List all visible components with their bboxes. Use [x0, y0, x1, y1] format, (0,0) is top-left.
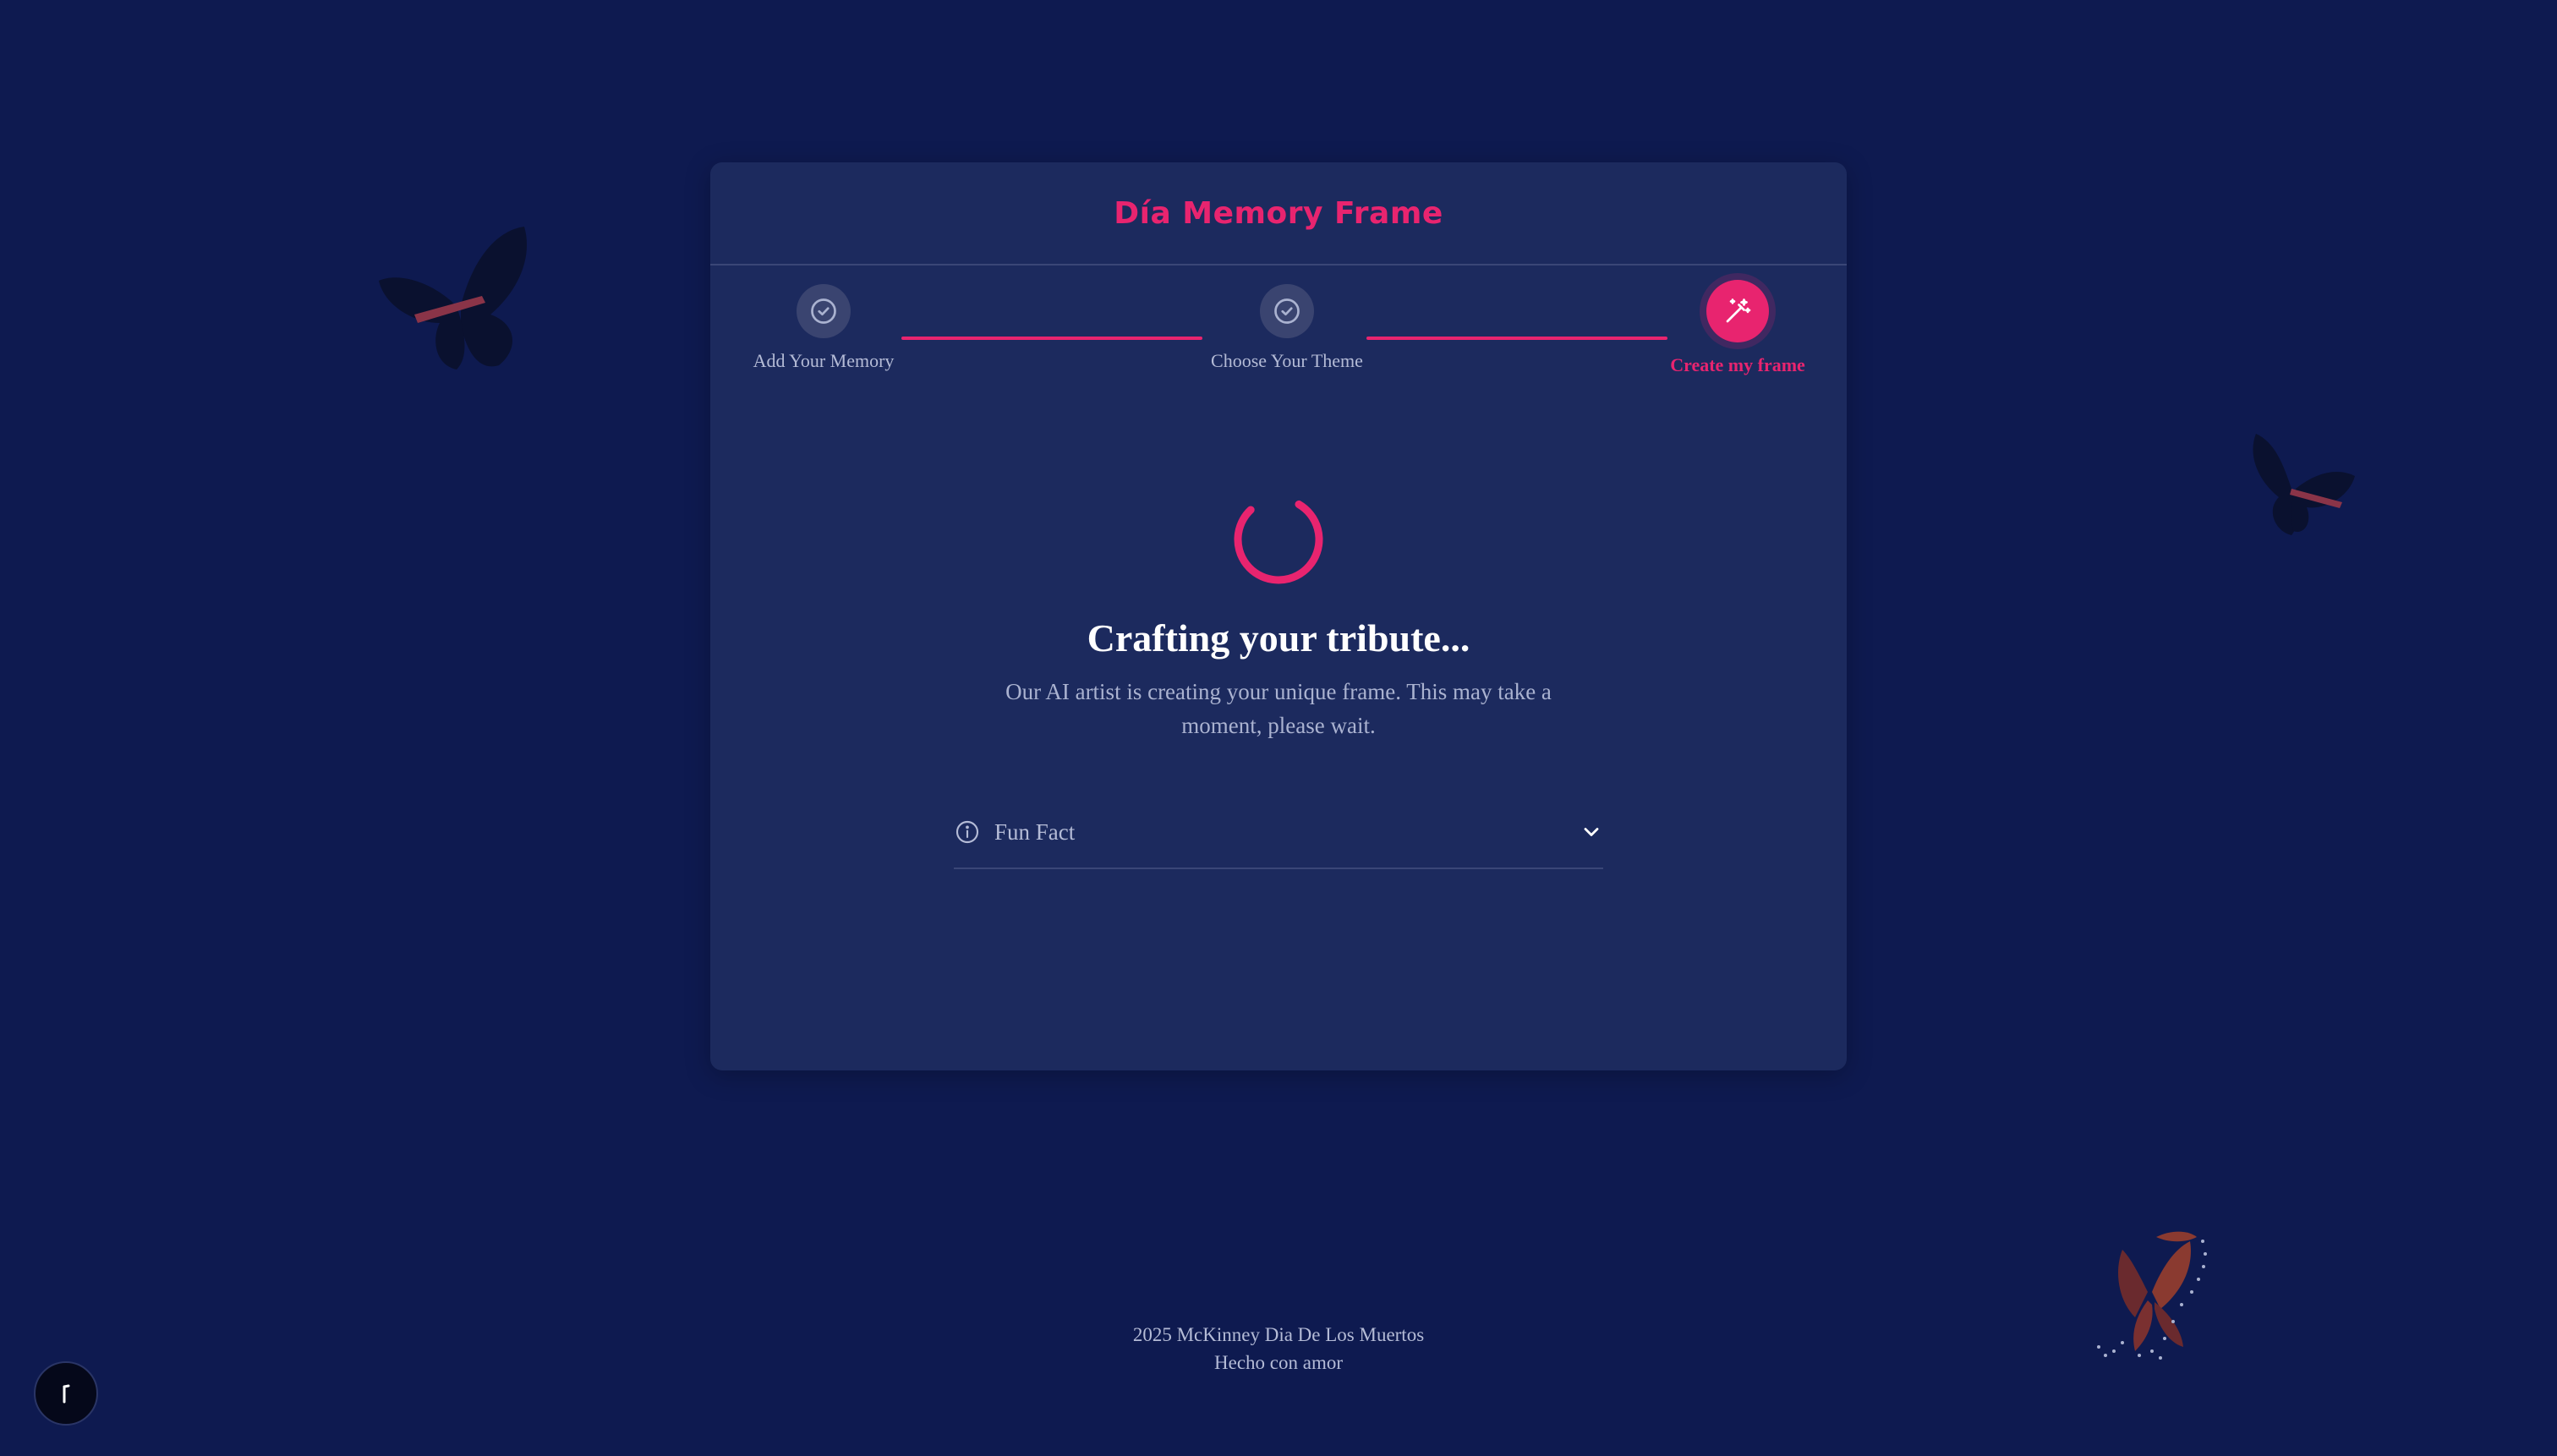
step-connector-2 — [1366, 337, 1667, 340]
loading-message: Our AI artist is creating your unique fr… — [1005, 679, 1552, 738]
step-label-active: Create my frame — [1670, 354, 1805, 375]
footer: 2025 McKinney Dia De Los Muertos Hecho c… — [0, 1321, 2557, 1377]
step-create-my-frame[interactable]: Create my frame — [1666, 265, 1810, 376]
info-icon — [955, 820, 979, 844]
check-circle-icon — [1274, 298, 1300, 324]
step-label: Choose Your Theme — [1211, 350, 1363, 371]
footer-copyright: 2025 McKinney Dia De Los Muertos — [1132, 1324, 1425, 1345]
floating-action-button[interactable] — [34, 1361, 98, 1426]
loading-spinner — [1233, 494, 1324, 585]
cursor-icon — [63, 1384, 70, 1404]
step-circle-complete — [1260, 284, 1314, 338]
butterfly-decoration-left — [372, 222, 541, 374]
app-title: Día Memory Frame — [1114, 195, 1443, 231]
step-circle-active — [1706, 280, 1769, 342]
page: Día Memory Frame Add Your Memory Choose … — [0, 0, 2557, 1456]
magic-wand-icon — [1726, 298, 1751, 323]
butterfly-decoration-right — [2241, 430, 2359, 539]
step-circle-complete — [797, 284, 851, 338]
progress-stepper: Add Your Memory Choose Your Theme Create… — [710, 265, 1847, 392]
fun-fact-label: Fun Fact — [994, 818, 1076, 845]
step-label: Add Your Memory — [753, 350, 895, 371]
step-add-your-memory[interactable]: Add Your Memory — [747, 265, 900, 372]
fun-fact-accordion[interactable]: Fun Fact — [954, 796, 1603, 869]
step-choose-your-theme[interactable]: Choose Your Theme — [1202, 265, 1372, 372]
step-connector-1 — [901, 337, 1202, 340]
frame-wizard-card: Día Memory Frame Add Your Memory Choose … — [710, 162, 1847, 1070]
footer-tagline: Hecho con amor — [1214, 1352, 1343, 1373]
card-header: Día Memory Frame — [710, 162, 1847, 265]
check-circle-icon — [811, 298, 836, 324]
loading-heading: Crafting your tribute... — [1087, 616, 1470, 660]
chevron-down-icon — [1584, 828, 1599, 836]
